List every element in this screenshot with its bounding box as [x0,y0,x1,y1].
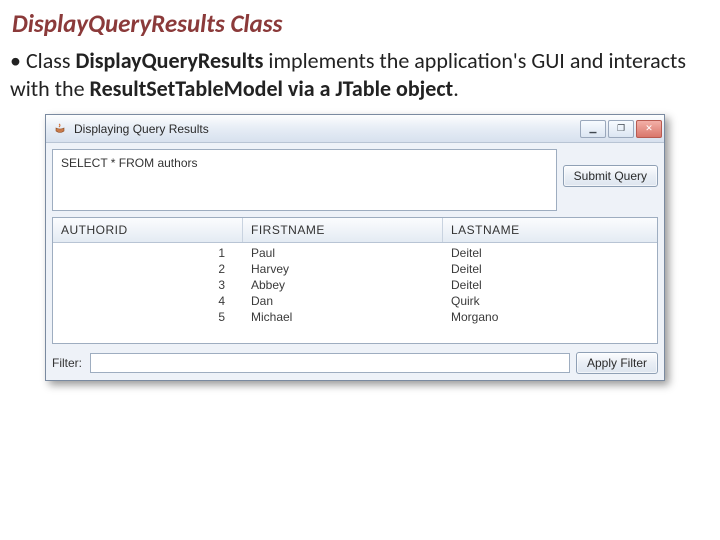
cell-authorid: 5 [53,309,243,325]
bullet-text-prefix: Class [26,47,76,74]
table-row[interactable]: 3 Abbey Deitel [53,277,657,293]
bullet-text-end: . [453,75,459,102]
query-textarea[interactable]: SELECT * FROM authors [52,149,557,211]
filter-label: Filter: [52,356,84,370]
close-button[interactable]: ✕ [636,120,662,138]
results-table: AUTHORID FIRSTNAME LASTNAME 1 Paul Deite… [52,217,658,344]
bullet-text-bold2: ResultSetTableModel via a JTable object [90,75,454,102]
cell-lastname: Morgano [443,309,657,325]
slide-title: DisplayQueryResults Class [0,0,720,43]
table-row[interactable]: 2 Harvey Deitel [53,261,657,277]
submit-wrap: Submit Query [563,149,658,187]
minimize-button[interactable]: ▁ [580,120,606,138]
column-header-lastname[interactable]: LASTNAME [443,218,657,242]
cell-lastname: Deitel [443,277,657,293]
table-row[interactable]: 1 Paul Deitel [53,245,657,261]
cell-authorid: 1 [53,245,243,261]
table-body: 1 Paul Deitel 2 Harvey Deitel 3 Abbey De… [53,243,657,343]
filter-input[interactable] [90,353,570,373]
query-row: SELECT * FROM authors Submit Query [46,143,664,213]
cell-firstname: Abbey [243,277,443,293]
cell-lastname: Deitel [443,261,657,277]
window-controls: ▁ ❐ ✕ [580,120,662,138]
bullet-text-bold1: DisplayQueryResults [75,47,263,74]
window-title: Displaying Query Results [74,122,580,136]
java-cup-icon [52,121,68,137]
cell-authorid: 2 [53,261,243,277]
bullet-dot: • [10,47,21,75]
cell-lastname: Deitel [443,245,657,261]
submit-query-button[interactable]: Submit Query [563,165,658,187]
cell-firstname: Dan [243,293,443,309]
app-window: Displaying Query Results ▁ ❐ ✕ SELECT * … [45,114,665,381]
cell-authorid: 4 [53,293,243,309]
table-row[interactable]: 5 Michael Morgano [53,309,657,325]
table-row[interactable]: 4 Dan Quirk [53,293,657,309]
titlebar[interactable]: Displaying Query Results ▁ ❐ ✕ [46,115,664,143]
column-header-firstname[interactable]: FIRSTNAME [243,218,443,242]
cell-firstname: Paul [243,245,443,261]
cell-authorid: 3 [53,277,243,293]
table-header: AUTHORID FIRSTNAME LASTNAME [53,218,657,243]
filter-row: Filter: Apply Filter [46,348,664,380]
slide-bullet: • Class DisplayQueryResults implements t… [0,43,720,114]
cell-lastname: Quirk [443,293,657,309]
maximize-button[interactable]: ❐ [608,120,634,138]
cell-firstname: Harvey [243,261,443,277]
column-header-authorid[interactable]: AUTHORID [53,218,243,242]
apply-filter-button[interactable]: Apply Filter [576,352,658,374]
cell-firstname: Michael [243,309,443,325]
client-area: SELECT * FROM authors Submit Query AUTHO… [46,143,664,380]
